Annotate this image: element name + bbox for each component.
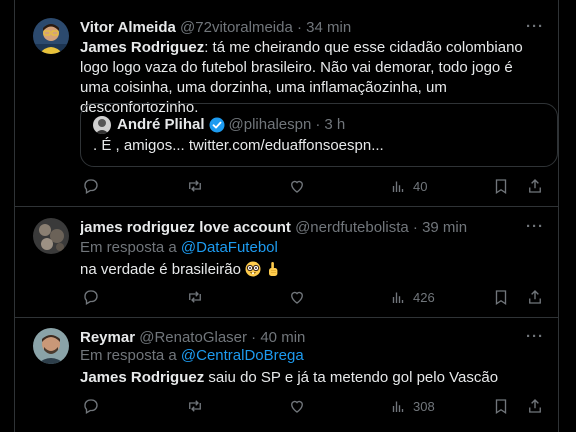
- tweet-header: Vitor Almeida @72vitoralmeida · 34 min: [80, 18, 544, 38]
- quoted-avatar: [93, 116, 111, 134]
- handle[interactable]: @RenatoGlaser: [139, 329, 247, 346]
- reply-icon: [84, 290, 98, 305]
- reply-button[interactable]: [82, 287, 100, 307]
- share-icon: [529, 399, 541, 413]
- handle[interactable]: @72vitoralmeida: [180, 19, 293, 36]
- separator: ·: [412, 219, 418, 236]
- bookmark-button[interactable]: [492, 287, 510, 307]
- views-count: 40: [413, 178, 428, 194]
- retweet-icon: [189, 291, 201, 303]
- like-icon: [291, 291, 303, 304]
- bookmark-icon: [495, 179, 507, 195]
- more-options-icon[interactable]: ···: [526, 328, 544, 345]
- quoted-timestamp: 3 h: [324, 116, 346, 133]
- display-name[interactable]: Reymar: [80, 329, 135, 346]
- bookmark-icon: [495, 399, 507, 415]
- reply-context: Em resposta a @DataFutebol: [80, 238, 544, 258]
- nerd-face-emoji: [245, 261, 261, 277]
- separator: ·: [296, 19, 302, 36]
- mention-name-bold: James Rodriguez: [80, 39, 205, 56]
- quoted-handle: @plihalespn: [228, 116, 312, 133]
- separator: ·: [251, 329, 257, 346]
- retweet-button[interactable]: [186, 176, 204, 196]
- bookmark-button[interactable]: [492, 396, 510, 416]
- share-button[interactable]: [526, 176, 544, 196]
- share-button[interactable]: [526, 287, 544, 307]
- tweet-text-rest: saiu do SP e já ta metendo gol pelo Vasc…: [204, 369, 499, 386]
- verified-icon: [209, 117, 225, 133]
- timestamp[interactable]: 40 min: [260, 329, 305, 346]
- timestamp[interactable]: 34 min: [306, 19, 351, 36]
- quoted-tweet[interactable]: André Plihal @plihalespn · 3 h . É , ami…: [80, 103, 558, 167]
- action-bar: 426: [80, 287, 548, 307]
- action-bar: 40: [80, 176, 548, 196]
- handle[interactable]: @nerdfutebolista: [295, 219, 409, 236]
- views-button[interactable]: 426: [389, 287, 435, 307]
- reply-prefix: Em resposta a: [80, 239, 177, 256]
- quoted-tweet-header: André Plihal @plihalespn · 3 h: [93, 115, 345, 135]
- views-icon: [392, 181, 404, 192]
- views-button[interactable]: 40: [389, 176, 427, 196]
- like-button[interactable]: [288, 396, 306, 416]
- reply-button[interactable]: [82, 396, 100, 416]
- display-name[interactable]: james rodriguez love account: [80, 219, 291, 236]
- views-icon: [392, 401, 404, 412]
- separator: ·: [315, 116, 321, 133]
- like-button[interactable]: [288, 176, 306, 196]
- mention-name-bold: James Rodriguez: [80, 369, 205, 386]
- retweet-button[interactable]: [186, 287, 204, 307]
- quoted-display-name: André Plihal: [117, 116, 205, 133]
- avatar[interactable]: [33, 18, 69, 54]
- reply-icon: [84, 179, 98, 194]
- timeline-right-border: [558, 0, 559, 432]
- tweet-text: James Rodriguez saiu do SP e já ta meten…: [80, 368, 544, 388]
- action-bar: 308: [80, 396, 548, 416]
- share-button[interactable]: [526, 396, 544, 416]
- tweet-header: james rodriguez love account @nerdfutebo…: [80, 218, 544, 238]
- reply-prefix: Em resposta a: [80, 347, 177, 364]
- display-name[interactable]: Vitor Almeida: [80, 19, 176, 36]
- tweet-text-content: na verdade é brasileirão: [80, 261, 241, 278]
- more-options-icon[interactable]: ···: [526, 218, 544, 235]
- reply-mention-link[interactable]: @DataFutebol: [181, 239, 278, 256]
- share-icon: [529, 290, 541, 304]
- like-button[interactable]: [288, 287, 306, 307]
- share-icon: [529, 179, 541, 193]
- timestamp[interactable]: 39 min: [422, 219, 467, 236]
- tweet-vitor-almeida[interactable]: Vitor Almeida @72vitoralmeida · 34 min ·…: [15, 0, 558, 207]
- reply-mention-link[interactable]: @CentralDoBrega: [181, 347, 304, 364]
- tweet-header: Reymar @RenatoGlaser · 40 min: [80, 328, 544, 348]
- views-icon: [392, 292, 404, 303]
- reply-context: Em resposta a @CentralDoBrega: [80, 346, 544, 366]
- quoted-text: . É , amigos... twitter.com/eduaffonsoes…: [93, 137, 384, 154]
- views-count: 308: [413, 398, 435, 414]
- avatar[interactable]: [33, 218, 69, 254]
- reply-icon: [84, 399, 98, 414]
- retweet-icon: [189, 180, 201, 192]
- tweet-reymar[interactable]: Reymar @RenatoGlaser · 40 min ··· Em res…: [15, 318, 558, 432]
- retweet-icon: [189, 400, 201, 412]
- pointing-up-emoji: [269, 262, 278, 276]
- reply-button[interactable]: [82, 176, 100, 196]
- more-options-icon[interactable]: ···: [526, 18, 544, 35]
- views-count: 426: [413, 289, 435, 305]
- tweet-james-rodriguez-love-account[interactable]: james rodriguez love account @nerdfutebo…: [15, 207, 558, 318]
- views-button[interactable]: 308: [389, 396, 435, 416]
- avatar[interactable]: [33, 328, 69, 364]
- bookmark-button[interactable]: [492, 176, 510, 196]
- timeline: Vitor Almeida @72vitoralmeida · 34 min ·…: [0, 0, 576, 432]
- bookmark-icon: [495, 290, 507, 306]
- retweet-button[interactable]: [186, 396, 204, 416]
- like-icon: [291, 180, 303, 193]
- tweet-text: na verdade é brasileirão: [80, 260, 544, 280]
- like-icon: [291, 400, 303, 413]
